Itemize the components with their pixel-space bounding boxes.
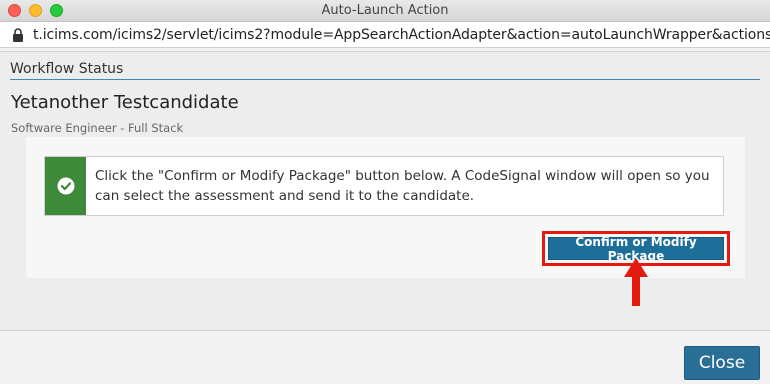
section-title: Workflow Status xyxy=(10,61,124,77)
url-text[interactable]: t.icims.com/icims2/servlet/icims2?module… xyxy=(33,27,770,43)
window-controls xyxy=(8,4,63,17)
app-window: Auto-Launch Action t.icims.com/icims2/se… xyxy=(0,0,770,384)
alert-icon-box xyxy=(45,157,86,215)
close-button[interactable]: Close xyxy=(684,346,760,380)
minimize-window-icon[interactable] xyxy=(29,4,42,17)
close-window-icon[interactable] xyxy=(8,4,21,17)
section-header: Workflow Status xyxy=(10,60,760,80)
action-panel: Click the "Confirm or Modify Package" bu… xyxy=(26,137,745,278)
window-title: Auto-Launch Action xyxy=(321,3,449,18)
success-alert: Click the "Confirm or Modify Package" bu… xyxy=(44,156,724,216)
confirm-modify-package-button[interactable]: Confirm or Modify Package xyxy=(548,235,724,263)
dialog-footer: Close xyxy=(0,332,770,384)
lock-icon xyxy=(13,27,23,42)
title-bar: Auto-Launch Action xyxy=(0,0,770,22)
up-arrow-icon xyxy=(624,258,648,306)
alert-message: Click the "Confirm or Modify Package" bu… xyxy=(95,168,710,204)
check-circle-icon xyxy=(57,177,74,195)
job-title: Software Engineer - Full Stack xyxy=(11,121,184,135)
address-bar[interactable]: t.icims.com/icims2/servlet/icims2?module… xyxy=(0,22,770,48)
zoom-window-icon[interactable] xyxy=(50,4,63,17)
candidate-name: Yetanother Testcandidate xyxy=(11,92,239,113)
workflow-content: Workflow Status Yetanother Testcandidate… xyxy=(0,51,770,331)
